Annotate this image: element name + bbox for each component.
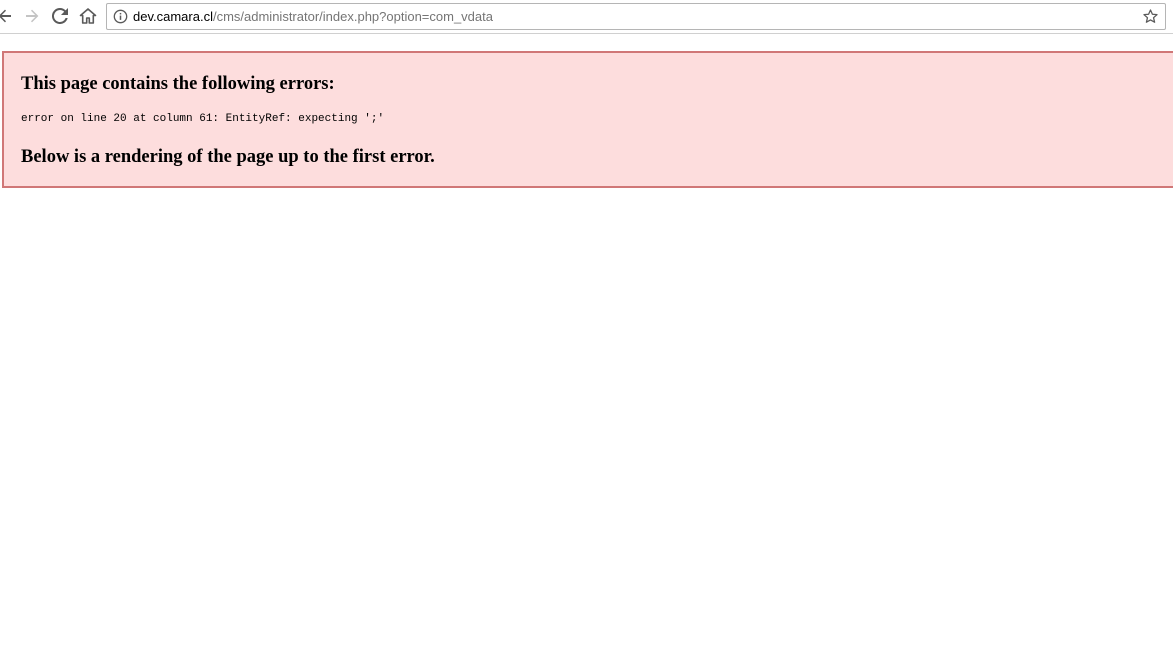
address-bar[interactable]: dev.camara.cl/cms/administrator/index.ph… [106,3,1166,30]
arrow-right-icon [26,9,39,23]
arrow-left-icon [0,9,11,23]
back-button[interactable] [0,5,16,27]
home-icon [79,8,97,24]
home-button[interactable] [77,5,99,27]
url-text[interactable]: dev.camara.cl/cms/administrator/index.ph… [133,9,493,24]
url-path: /cms/administrator/index.php?option=com_… [212,9,493,24]
browser-toolbar: dev.camara.cl/cms/administrator/index.ph… [0,0,1173,34]
forward-button[interactable] [21,5,43,27]
error-detail: error on line 20 at column 61: EntityRef… [21,113,385,125]
reload-icon [52,8,68,24]
star-icon[interactable] [1142,8,1159,25]
error-footer: Below is a rendering of the page up to t… [21,147,435,167]
url-host: dev.camara.cl [133,9,213,24]
reload-button[interactable] [49,5,71,27]
error-title: This page contains the following errors: [21,74,335,94]
xml-parse-error-box: This page contains the following errors:… [2,51,1173,188]
info-icon[interactable] [113,9,128,24]
